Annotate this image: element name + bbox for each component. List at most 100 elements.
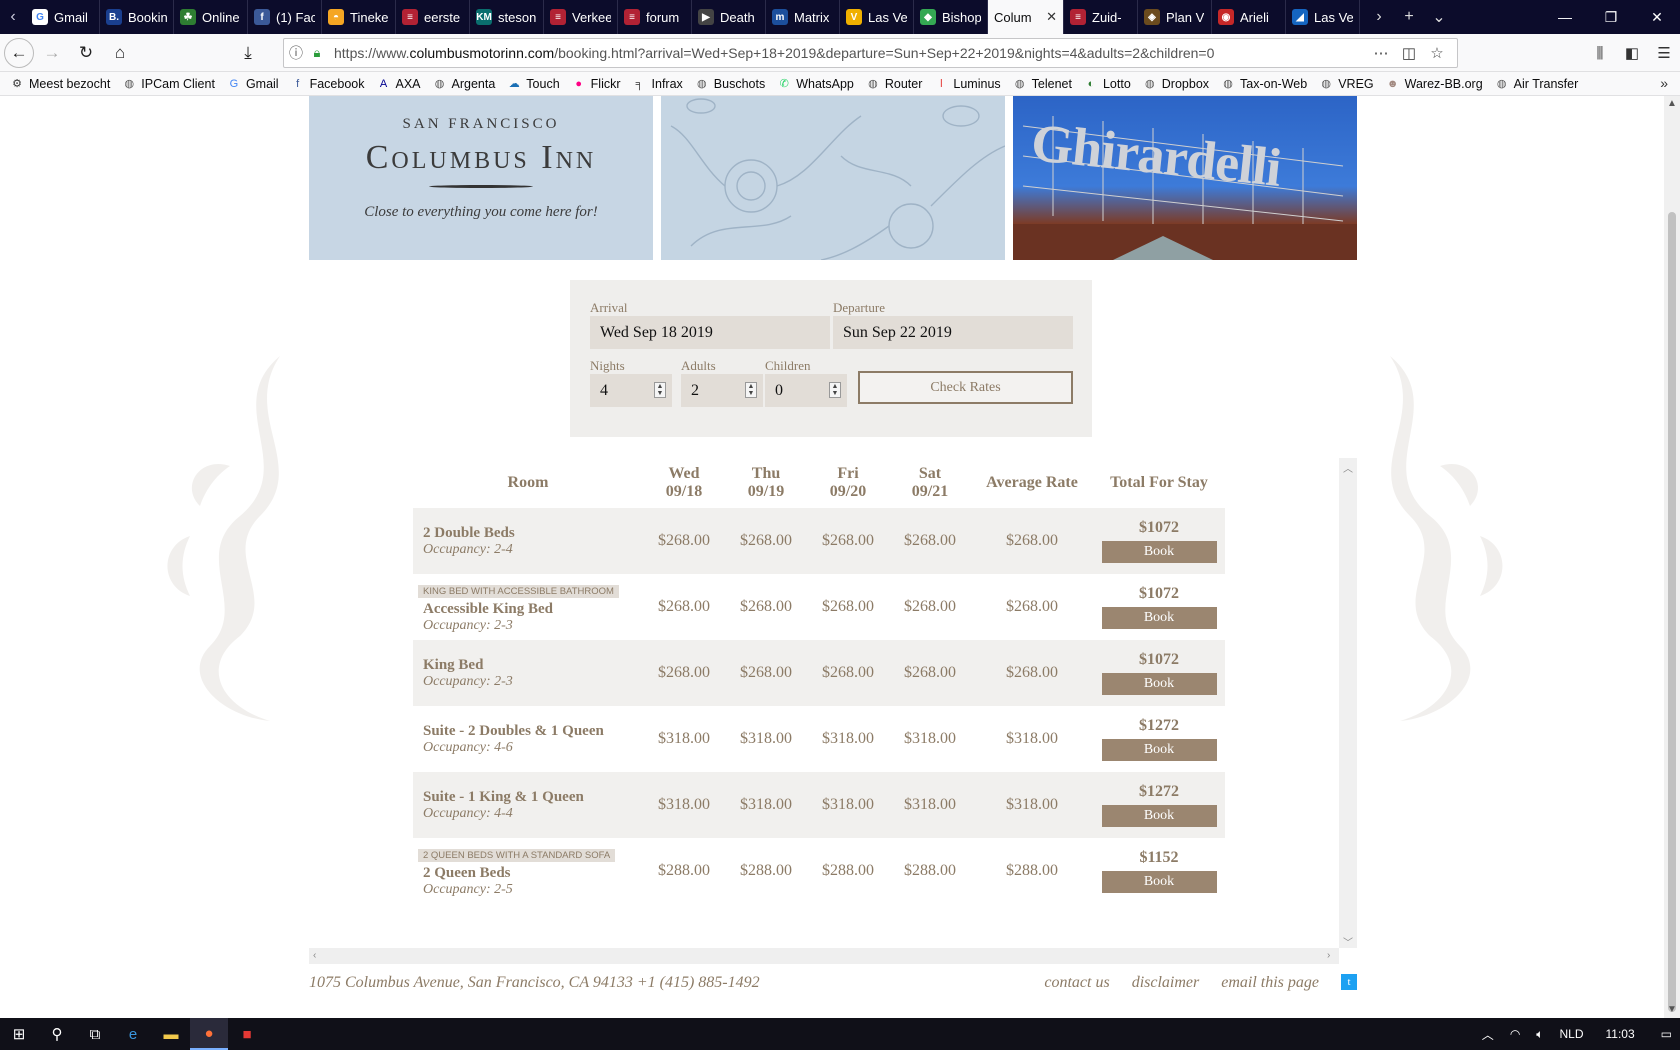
bookmark-item[interactable]: G Gmail — [227, 77, 279, 91]
firefox-icon[interactable]: ● — [190, 1018, 228, 1050]
book-button[interactable]: Book — [1101, 541, 1217, 563]
browser-tab[interactable]: ▶ Death — [692, 0, 766, 34]
clock[interactable]: 11:03 — [1606, 1027, 1635, 1041]
scroll-down-icon[interactable]: ﹀ — [1343, 934, 1353, 949]
bookmark-item[interactable]: ● Flickr — [572, 77, 620, 91]
book-button[interactable]: Book — [1101, 805, 1217, 827]
forward-button[interactable]: → — [36, 37, 68, 69]
tabs-scroll-left-button[interactable]: ‹ — [0, 0, 26, 34]
browser-tab[interactable]: ◢ Las Ve — [1286, 0, 1360, 34]
bookmark-item[interactable]: A AXA — [377, 77, 421, 91]
bookmark-item[interactable]: ◍ Dropbox — [1143, 77, 1209, 91]
bookmark-item[interactable]: ⚙ Meest bezocht — [10, 77, 110, 91]
page-scroll-down-icon[interactable]: ▼ — [1664, 1004, 1680, 1015]
departure-field[interactable]: Sun Sep 22 2019 — [833, 316, 1073, 349]
pocket-icon[interactable]: ◫ — [1395, 44, 1423, 62]
browser-tab[interactable]: f (1) Fac — [248, 0, 322, 34]
browser-tab[interactable]: m Matrix — [766, 0, 840, 34]
file-explorer-icon[interactable]: ▬ — [152, 1018, 190, 1050]
scroll-up-icon[interactable]: ︿ — [1343, 460, 1353, 475]
book-button[interactable]: Book — [1101, 607, 1217, 629]
twitter-icon[interactable]: t — [1341, 974, 1357, 990]
close-tab-icon[interactable]: ✕ — [1046, 9, 1057, 25]
browser-tab[interactable]: ◓ Tineke — [322, 0, 396, 34]
start-icon[interactable]: ⊞ — [0, 1018, 38, 1050]
browser-tab[interactable]: V Las Ve — [840, 0, 914, 34]
rates-horizontal-scrollbar[interactable]: ‹ › — [309, 948, 1339, 964]
browser-tab[interactable]: ☘ Online — [174, 0, 248, 34]
restore-button[interactable]: ❐ — [1588, 0, 1634, 34]
volume-icon[interactable]: 🔈︎ — [1536, 1027, 1543, 1042]
bookmark-item[interactable]: f Facebook — [291, 77, 364, 91]
scroll-right-icon[interactable]: › — [1327, 950, 1330, 961]
bookmark-item[interactable]: ◍ Buschots — [695, 77, 765, 91]
book-button[interactable]: Book — [1101, 739, 1217, 761]
rates-vertical-scrollbar[interactable]: ︿ ﹀ — [1339, 458, 1357, 949]
language-indicator[interactable]: NLD — [1560, 1027, 1584, 1041]
bookmark-item[interactable]: ☁ Touch — [507, 77, 560, 91]
tabs-scroll-right-button[interactable]: › — [1364, 0, 1394, 34]
browser-tab[interactable]: ◆ Bishop — [914, 0, 988, 34]
bookmark-item[interactable]: ◍ Argenta — [433, 77, 496, 91]
browser-tab[interactable]: ≡ forum — [618, 0, 692, 34]
arrival-field[interactable]: Wed Sep 18 2019 — [590, 316, 830, 349]
contact-us-link[interactable]: contact us — [1044, 974, 1109, 992]
page-scrollbar[interactable]: ▲ ▼ — [1664, 96, 1680, 1018]
menu-icon[interactable]: ☰ — [1648, 44, 1680, 62]
bookmark-item[interactable]: ✆ WhatsApp — [777, 77, 854, 91]
new-tab-button[interactable]: + — [1394, 0, 1424, 34]
bookmark-item[interactable]: ◍ Router — [866, 77, 922, 91]
tray-chevron-icon[interactable]: ︿ — [1482, 1026, 1494, 1043]
page-scroll-up-icon[interactable]: ▲ — [1664, 98, 1680, 109]
adults-spinner-icon[interactable]: ▲ ▼ — [745, 382, 757, 398]
browser-tab[interactable]: ≡ Verkee — [544, 0, 618, 34]
page-scroll-thumb[interactable] — [1668, 212, 1676, 1012]
bookmark-item[interactable]: ☻ Warez-BB.org — [1386, 77, 1483, 91]
browser-tab[interactable]: ◈ Plan V — [1138, 0, 1212, 34]
bookmark-item[interactable]: ╕ Infrax — [633, 77, 683, 91]
address-bar[interactable]: ⓘ 🔒︎ https://www.columbusmotorinn.com/bo… — [283, 38, 1458, 68]
browser-tab[interactable]: Colum ✕ — [988, 0, 1064, 34]
book-button[interactable]: Book — [1101, 871, 1217, 893]
bookmark-item[interactable]: ◍ VREG — [1319, 77, 1373, 91]
bookmark-item[interactable]: ◍ Telenet — [1013, 77, 1072, 91]
check-rates-button[interactable]: Check Rates — [858, 371, 1073, 404]
page-actions-icon[interactable]: ⋯ — [1367, 44, 1395, 62]
task-view-icon[interactable]: ⧉ — [76, 1018, 114, 1050]
bookmark-item[interactable]: ◍ Air Transfer — [1495, 77, 1578, 91]
more-bookmarks-icon[interactable]: » — [1660, 75, 1668, 91]
disclaimer-link[interactable]: disclaimer — [1132, 974, 1200, 992]
bookmark-item[interactable]: ◐ Lotto — [1084, 77, 1131, 91]
notifications-icon[interactable]: ▭ — [1661, 1027, 1672, 1041]
nights-stepper[interactable]: 4 ▲ ▼ — [590, 374, 672, 407]
home-button[interactable]: ⌂ — [104, 37, 136, 69]
browser-tab[interactable]: ≡ Zuid- — [1064, 0, 1138, 34]
browser-tab[interactable]: G Gmail — [26, 0, 100, 34]
downloads-button[interactable]: ⤓ — [232, 37, 264, 69]
app-icon[interactable]: ■ — [228, 1018, 266, 1050]
close-window-button[interactable]: ✕ — [1634, 0, 1680, 34]
browser-tab[interactable]: ≡ eerste — [396, 0, 470, 34]
nights-spinner-icon[interactable]: ▲ ▼ — [654, 382, 666, 398]
edge-icon[interactable]: e — [114, 1018, 152, 1050]
list-all-tabs-button[interactable]: ⌄ — [1424, 0, 1454, 34]
search-icon[interactable]: ⚲ — [38, 1018, 76, 1050]
email-this-page-link[interactable]: email this page — [1221, 974, 1319, 992]
browser-tab[interactable]: B. Bookin — [100, 0, 174, 34]
children-spinner-icon[interactable]: ▲ ▼ — [829, 382, 841, 398]
bookmark-item[interactable]: ◍ IPCam Client — [122, 77, 214, 91]
site-info-icon[interactable]: ⓘ — [284, 43, 308, 63]
bookmark-item[interactable]: ◍ Tax-on-Web — [1221, 77, 1307, 91]
book-button[interactable]: Book — [1101, 673, 1217, 695]
minimize-button[interactable]: — — [1542, 0, 1588, 34]
adults-stepper[interactable]: 2 ▲ ▼ — [681, 374, 763, 407]
scroll-left-icon[interactable]: ‹ — [313, 950, 316, 961]
browser-tab[interactable]: ◉ Arieli — [1212, 0, 1286, 34]
children-stepper[interactable]: 0 ▲ ▼ — [765, 374, 847, 407]
bookmark-star-icon[interactable]: ☆ — [1423, 44, 1451, 62]
reload-button[interactable]: ↻ — [70, 37, 102, 69]
browser-tab[interactable]: KM steson — [470, 0, 544, 34]
bookmark-item[interactable]: l Luminus — [934, 77, 1000, 91]
network-icon[interactable]: ◠ — [1510, 1027, 1520, 1041]
sidebar-icon[interactable]: ◧ — [1616, 44, 1648, 62]
